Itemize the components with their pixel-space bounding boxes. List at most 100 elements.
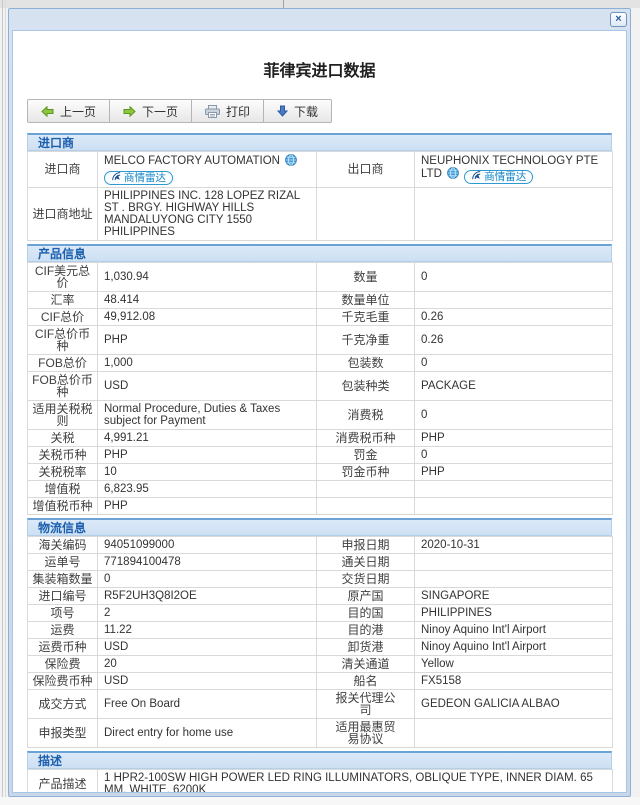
dialog-titlebar: × (9, 9, 630, 29)
field-label: 产品描述 (28, 769, 98, 793)
globe-icon[interactable] (447, 167, 459, 182)
field-value: Ninoy Aquino Int'l Airport (415, 638, 613, 655)
field-value: 1,030.94 (98, 262, 317, 291)
field-label: 集装箱数量 (28, 570, 98, 587)
product-info-section: 产品信息 CIF美元总价1,030.94数量0汇率48.414数量单位CIF总价… (27, 244, 612, 515)
table-row: 汇率48.414数量单位 (28, 291, 613, 308)
field-label (317, 480, 415, 497)
field-label: 成交方式 (28, 689, 98, 718)
field-label: 千克毛重 (317, 308, 415, 325)
field-label: 关税币种 (28, 446, 98, 463)
field-value: USD (98, 371, 317, 400)
field-label: 保险费 (28, 655, 98, 672)
table-row: 适用关税税则Normal Procedure, Duties & Taxes s… (28, 400, 613, 429)
next-page-label: 下一页 (142, 103, 178, 120)
business-radar-badge[interactable]: 商情雷达 (464, 170, 533, 184)
print-button[interactable]: 打印 (191, 99, 264, 123)
radar-icon (471, 170, 481, 183)
backdrop-bottom-strip (0, 797, 640, 805)
table-row: 集装箱数量0交货日期 (28, 570, 613, 587)
field-value: R5F2UH3Q8I2OE (98, 587, 317, 604)
table-row: 项号2目的国PHILIPPINES (28, 604, 613, 621)
table-row: 产品描述1 HPR2-100SW HIGH POWER LED RING ILL… (28, 769, 613, 793)
description-section: 描述 产品描述1 HPR2-100SW HIGH POWER LED RING … (27, 751, 612, 794)
field-value: PHP (98, 325, 317, 354)
table-row: 增值税6,823.95 (28, 480, 613, 497)
close-icon[interactable]: × (610, 12, 627, 27)
field-label: 消费税 (317, 400, 415, 429)
radar-badge-label: 商情雷达 (124, 172, 166, 184)
field-value (415, 718, 613, 747)
prev-page-button[interactable]: 上一页 (27, 99, 110, 123)
field-value: 48.414 (98, 291, 317, 308)
field-label: 报关代理公司 (317, 689, 415, 718)
table-row: 保险费20清关通道Yellow (28, 655, 613, 672)
print-label: 打印 (226, 103, 250, 120)
field-value: PHP (98, 446, 317, 463)
field-label: 运费币种 (28, 638, 98, 655)
field-label: 罚金 (317, 446, 415, 463)
field-value: 0 (415, 400, 613, 429)
field-label: FOB总价 (28, 354, 98, 371)
field-label (317, 497, 415, 514)
logistics-info-section: 物流信息 海关编码94051099000申报日期2020-10-31运单号771… (27, 518, 612, 748)
table-row: 成交方式Free On Board报关代理公司GEDEON GALICIA AL… (28, 689, 613, 718)
field-label: 清关通道 (317, 655, 415, 672)
field-value: 0 (415, 262, 613, 291)
field-label: 目的国 (317, 604, 415, 621)
backdrop-top-strip (0, 0, 640, 8)
backdrop-left-edge (2, 0, 3, 805)
field-label: 船名 (317, 672, 415, 689)
field-label: 海关编码 (28, 536, 98, 553)
field-label: 交货日期 (317, 570, 415, 587)
field-label: 申报类型 (28, 718, 98, 747)
globe-icon[interactable] (285, 154, 297, 169)
table-row: 关税税率10罚金币种PHP (28, 463, 613, 480)
table-row: 运费11.22目的港Ninoy Aquino Int'l Airport (28, 621, 613, 638)
field-label: 增值税 (28, 480, 98, 497)
backdrop-left-edge-inner (5, 0, 6, 805)
table-row: 申报类型Direct entry for home use适用最惠贸易协议 (28, 718, 613, 747)
field-label (317, 187, 415, 240)
dialog-body: 菲律宾进口数据 上一页 下一页 (12, 30, 627, 793)
arrow-down-icon (277, 105, 288, 117)
field-value: 94051099000 (98, 536, 317, 553)
field-label: 数量 (317, 262, 415, 291)
field-value (415, 291, 613, 308)
field-label: 出口商 (317, 152, 415, 188)
table-row: CIF美元总价1,030.94数量0 (28, 262, 613, 291)
table-row: 运费币种USD卸货港Ninoy Aquino Int'l Airport (28, 638, 613, 655)
field-value (415, 187, 613, 240)
field-value: PACKAGE (415, 371, 613, 400)
logistics-section-header: 物流信息 (27, 518, 612, 536)
table-row: 关税4,991.21消费税币种PHP (28, 429, 613, 446)
field-label: 通关日期 (317, 553, 415, 570)
page-background: { "window": { "close": "×" }, "page_titl… (0, 0, 640, 805)
field-value: SINGAPORE (415, 587, 613, 604)
field-label: 增值税币种 (28, 497, 98, 514)
field-value: 20 (98, 655, 317, 672)
field-label: 适用关税税则 (28, 400, 98, 429)
field-label: 千克净重 (317, 325, 415, 354)
field-label: 汇率 (28, 291, 98, 308)
table-row: CIF总价币种PHP千克净重0.26 (28, 325, 613, 354)
field-value: 49,912.08 (98, 308, 317, 325)
importer-table: 进口商 MELCO FACTORY AUTOMATION (27, 151, 613, 241)
field-value (415, 480, 613, 497)
field-value: PHP (415, 429, 613, 446)
business-radar-badge[interactable]: 商情雷达 (104, 171, 173, 185)
field-value: USD (98, 638, 317, 655)
download-button[interactable]: 下载 (263, 99, 332, 123)
field-value: 0 (415, 354, 613, 371)
importer-name-cell: MELCO FACTORY AUTOMATION (98, 152, 317, 188)
pager-toolbar: 上一页 下一页 打印 (27, 99, 332, 123)
table-row: 进口编号R5F2UH3Q8I2OE原产国SINGAPORE (28, 587, 613, 604)
field-value (415, 553, 613, 570)
field-label: 数量单位 (317, 291, 415, 308)
field-label: 包装种类 (317, 371, 415, 400)
field-label: 关税 (28, 429, 98, 446)
field-value: FX5158 (415, 672, 613, 689)
next-page-button[interactable]: 下一页 (109, 99, 192, 123)
arrow-right-icon (123, 106, 136, 117)
importer-address-cell: PHILIPPINES INC. 128 LOPEZ RIZAL ST . BR… (98, 187, 317, 240)
